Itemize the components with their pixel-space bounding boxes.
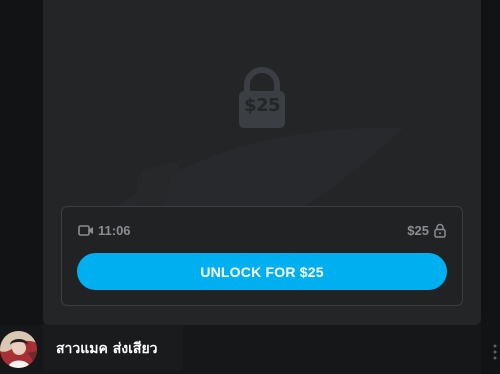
unlock-panel: 11:06 $25 UNLOCK FOR $25 bbox=[61, 206, 463, 306]
avatar[interactable] bbox=[0, 331, 37, 368]
more-vertical-icon[interactable] bbox=[492, 342, 498, 362]
author-name-pill[interactable]: สาวแมค ส่งเสียว bbox=[43, 325, 183, 371]
lock-price-label: $25 bbox=[243, 95, 281, 116]
post-price: $25 bbox=[407, 223, 446, 238]
unlock-button[interactable]: UNLOCK FOR $25 bbox=[77, 253, 447, 290]
duration-label: 11:06 bbox=[98, 223, 131, 238]
video-icon bbox=[78, 224, 94, 237]
author-name[interactable]: สาวแมค ส่งเสียว bbox=[56, 338, 158, 360]
left-gutter bbox=[0, 0, 43, 325]
right-gutter bbox=[481, 0, 500, 374]
post-author-bar: สาวแมค ส่งเสียว bbox=[0, 325, 481, 374]
media-meta-row: 11:06 $25 bbox=[78, 223, 446, 241]
small-lock-icon bbox=[434, 223, 446, 238]
video-duration: 11:06 bbox=[78, 223, 131, 238]
locked-post-card: $25 11:06 $25 UNLOCK FOR $25 bbox=[43, 0, 481, 325]
price-label: $25 bbox=[407, 223, 429, 238]
